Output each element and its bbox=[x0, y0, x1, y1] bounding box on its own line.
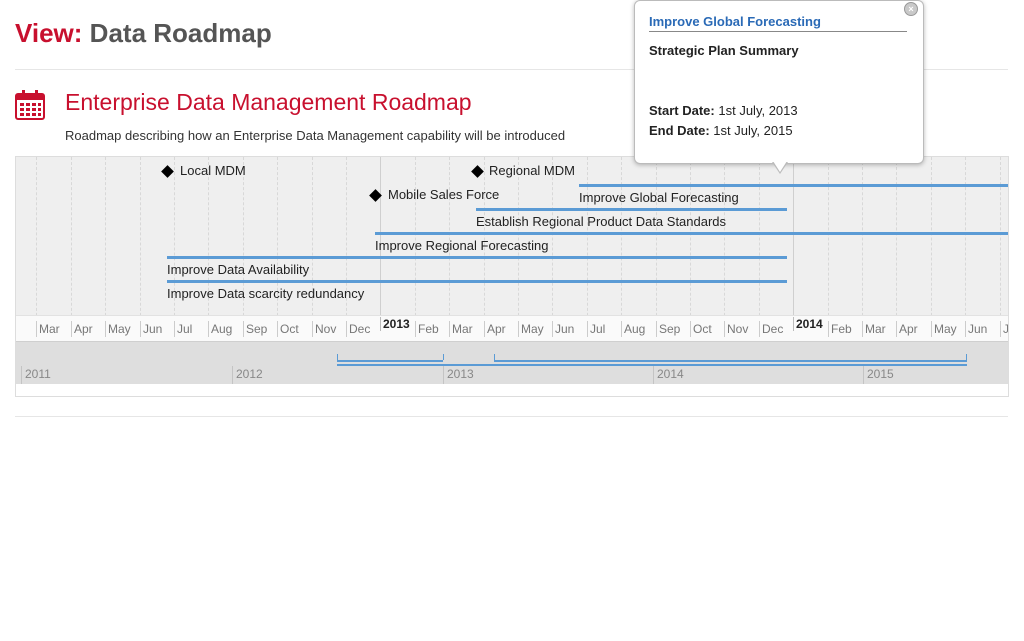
axis-month-label: Oct bbox=[690, 321, 712, 337]
roadmap-description: Roadmap describing how an Enterprise Dat… bbox=[65, 128, 566, 143]
axis-month-label: Jun bbox=[965, 321, 987, 337]
initiative-label[interactable]: Improve Global Forecasting bbox=[579, 190, 739, 206]
axis-month-label: May bbox=[931, 321, 957, 337]
initiative-bar[interactable] bbox=[476, 208, 787, 211]
footer-divider bbox=[15, 416, 1008, 417]
navigator-year-label: 2015 bbox=[863, 366, 894, 384]
axis-month-label: Dec bbox=[346, 321, 370, 337]
milestone-diamond-icon[interactable] bbox=[161, 165, 174, 178]
calendar-icon bbox=[15, 90, 45, 120]
initiative-bar[interactable] bbox=[579, 184, 1008, 187]
axis-month-label: Dec bbox=[759, 321, 783, 337]
navigator-year-label: 2011 bbox=[21, 366, 51, 384]
initiative-label[interactable]: Establish Regional Product Data Standard… bbox=[476, 214, 726, 230]
axis-month-label: Jul bbox=[587, 321, 605, 337]
grid-line bbox=[312, 157, 313, 341]
axis-month-label: Sep bbox=[656, 321, 680, 337]
axis-month-label: Aug bbox=[621, 321, 645, 337]
popup-title[interactable]: Improve Global Forecasting bbox=[649, 14, 907, 32]
popup-start-date: Start Date: 1st July, 2013 bbox=[649, 103, 798, 118]
view-name: Data Roadmap bbox=[89, 18, 272, 48]
navigator-range bbox=[337, 360, 443, 362]
axis-year-label: 2014 bbox=[793, 317, 823, 331]
grid-line bbox=[105, 157, 106, 341]
popup-pointer-inner bbox=[773, 161, 787, 172]
grid-line bbox=[552, 157, 553, 341]
grid-line bbox=[174, 157, 175, 341]
grid-line bbox=[140, 157, 141, 341]
axis-month-label: May bbox=[105, 321, 131, 337]
popup-end-date: End Date: 1st July, 2015 bbox=[649, 123, 793, 138]
axis-month-label: Feb bbox=[828, 321, 852, 337]
popup-end-value: 1st July, 2015 bbox=[713, 123, 793, 138]
initiative-label[interactable]: Improve Data Availability bbox=[167, 262, 309, 278]
initiative-bar[interactable] bbox=[167, 256, 787, 259]
navigator-range bbox=[494, 360, 967, 362]
axis-month-label: Apr bbox=[71, 321, 93, 337]
view-prefix: View: bbox=[15, 18, 83, 48]
axis-month-label: Oct bbox=[277, 321, 299, 337]
axis-month-label: Ju bbox=[1000, 321, 1008, 337]
grid-line bbox=[36, 157, 37, 341]
initiative-label[interactable]: Improve Regional Forecasting bbox=[375, 238, 548, 254]
axis-month-label: Jun bbox=[140, 321, 162, 337]
timeline-main-band[interactable]: oMarAprMayJunJulAugSepOctNovDec2013FebMa… bbox=[16, 157, 1008, 341]
axis-month-label: Mar bbox=[36, 321, 60, 337]
axis-month-label: Jul bbox=[174, 321, 192, 337]
axis-month-label: Apr bbox=[896, 321, 918, 337]
milestone-label[interactable]: Regional MDM bbox=[489, 163, 575, 179]
initiative-label[interactable]: Improve Data scarcity redundancy bbox=[167, 286, 364, 302]
grid-line bbox=[277, 157, 278, 341]
axis-month-label: Apr bbox=[484, 321, 506, 337]
axis-month-label: Nov bbox=[724, 321, 748, 337]
popup-start-value: 1st July, 2013 bbox=[718, 103, 798, 118]
axis-month-label: Sep bbox=[243, 321, 267, 337]
milestone-label[interactable]: Local MDM bbox=[180, 163, 246, 179]
axis-month-label: Mar bbox=[862, 321, 886, 337]
axis-month-label: Nov bbox=[312, 321, 336, 337]
navigator-year-label: 2013 bbox=[443, 366, 474, 384]
milestone-diamond-icon[interactable] bbox=[471, 165, 484, 178]
axis-month-label: Aug bbox=[208, 321, 232, 337]
grid-line bbox=[208, 157, 209, 341]
popup-subtitle: Strategic Plan Summary bbox=[649, 43, 799, 58]
navigator-year-label: 2014 bbox=[653, 366, 684, 384]
grid-line bbox=[71, 157, 72, 341]
navigator-range-tick bbox=[443, 354, 444, 360]
axis-month-label: Jun bbox=[552, 321, 574, 337]
axis-year-label: 2013 bbox=[380, 317, 410, 331]
milestone-label[interactable]: Mobile Sales Force bbox=[388, 187, 499, 203]
axis-month-label: May bbox=[518, 321, 544, 337]
navigator-year-label: 2012 bbox=[232, 366, 263, 384]
popup-end-label: End Date: bbox=[649, 123, 710, 138]
axis-month-label: Feb bbox=[415, 321, 439, 337]
roadmap-timeline[interactable]: oMarAprMayJunJulAugSepOctNovDec2013FebMa… bbox=[15, 156, 1009, 397]
page-title: View: Data Roadmap bbox=[15, 18, 272, 49]
popup-start-label: Start Date: bbox=[649, 103, 715, 118]
timeline-axis bbox=[16, 315, 1008, 341]
grid-line bbox=[243, 157, 244, 341]
initiative-bar[interactable] bbox=[375, 232, 1008, 235]
initiative-bar[interactable] bbox=[167, 280, 787, 283]
roadmap-title: Enterprise Data Management Roadmap bbox=[65, 89, 472, 115]
axis-month-label: Mar bbox=[449, 321, 473, 337]
grid-line bbox=[346, 157, 347, 341]
timeline-navigator[interactable]: 2011 2012 2013 2014 2015 bbox=[16, 341, 1008, 384]
